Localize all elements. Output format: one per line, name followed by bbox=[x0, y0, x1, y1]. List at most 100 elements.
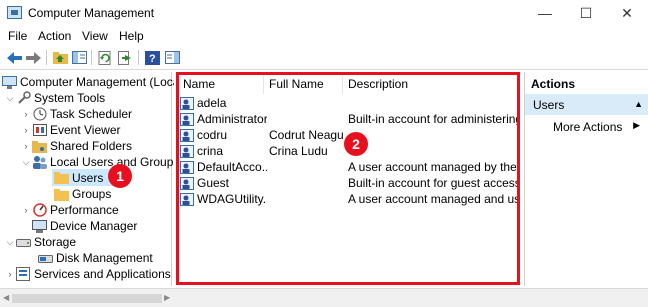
tree-item-device-manager[interactable]: Device Manager bbox=[32, 218, 137, 234]
table-row[interactable]: DefaultAcco... A user account managed by… bbox=[180, 159, 518, 175]
user-account-icon bbox=[180, 193, 194, 206]
table-row[interactable]: Administrator Built-in account for admin… bbox=[180, 111, 518, 127]
actions-section-label: Users bbox=[533, 98, 565, 112]
tree-item-performance[interactable]: › Performance bbox=[20, 202, 119, 218]
menu-view[interactable]: View bbox=[82, 29, 108, 43]
table-row[interactable]: adela bbox=[180, 95, 518, 111]
local-users-groups-icon bbox=[32, 155, 47, 169]
user-description: A user account managed by the s... bbox=[348, 160, 518, 174]
tree-item-users[interactable]: Users bbox=[52, 169, 114, 186]
groups-folder-icon bbox=[54, 187, 69, 201]
tree-item-disk-management[interactable]: Disk Management bbox=[38, 250, 153, 266]
user-description: Built-in account for guest access t... bbox=[348, 176, 518, 190]
chevron-down-icon[interactable]: ⌵ bbox=[20, 157, 32, 168]
tree-label: Storage bbox=[34, 235, 77, 249]
users-folder-icon bbox=[54, 171, 69, 185]
back-arrow-icon[interactable] bbox=[6, 49, 23, 66]
user-account-icon bbox=[180, 129, 194, 142]
chevron-right-icon[interactable]: ▶ bbox=[633, 120, 640, 131]
toolbar: ? bbox=[0, 46, 648, 70]
performance-icon bbox=[32, 203, 47, 217]
tree-label: Task Scheduler bbox=[50, 107, 133, 121]
title-bar: Computer Management — ☐ ✕ bbox=[0, 0, 648, 26]
user-account-icon bbox=[180, 177, 194, 190]
user-name: crina bbox=[197, 144, 224, 158]
user-full-name: Crina Ludu bbox=[269, 144, 328, 158]
svg-text:?: ? bbox=[149, 53, 156, 65]
help-icon[interactable]: ? bbox=[144, 49, 161, 66]
tree-item-local-users-groups[interactable]: ⌵ Local Users and Groups bbox=[20, 154, 179, 170]
chevron-right-icon[interactable]: › bbox=[4, 269, 16, 279]
horizontal-scrollbar[interactable]: ◀ ▶ bbox=[0, 288, 648, 307]
refresh-icon[interactable] bbox=[97, 49, 114, 66]
chevron-down-icon[interactable]: ⌵ bbox=[4, 93, 16, 104]
tree-label: Device Manager bbox=[50, 219, 138, 233]
services-applications-icon bbox=[16, 267, 31, 281]
column-divider[interactable] bbox=[263, 72, 264, 94]
chevron-down-icon[interactable]: ⌵ bbox=[4, 237, 16, 248]
column-divider[interactable] bbox=[342, 72, 343, 94]
tree-item-task-scheduler[interactable]: › Task Scheduler bbox=[20, 106, 133, 122]
task-scheduler-icon bbox=[32, 107, 47, 121]
export-list-icon[interactable] bbox=[117, 49, 134, 66]
maximize-button[interactable]: ☐ bbox=[566, 0, 606, 26]
tree-label: Shared Folders bbox=[50, 139, 133, 153]
scrollbar-thumb[interactable] bbox=[12, 294, 162, 303]
tree-item-groups[interactable]: Groups bbox=[54, 186, 111, 202]
chevron-right-icon[interactable]: › bbox=[20, 205, 32, 215]
user-name: codru bbox=[197, 128, 228, 142]
scroll-right-icon[interactable]: ▶ bbox=[164, 293, 170, 302]
computer-management-app-icon bbox=[7, 6, 22, 19]
actions-header: Actions bbox=[531, 77, 576, 91]
toolbar-separator bbox=[91, 50, 92, 65]
disk-management-icon bbox=[38, 251, 53, 265]
tree-item-shared-folders[interactable]: › Shared Folders bbox=[20, 138, 133, 154]
tree-item-services-applications[interactable]: › Services and Applications bbox=[4, 266, 171, 282]
users-list-pane: Name Full Name Description adela Adminis… bbox=[174, 72, 522, 286]
device-manager-icon bbox=[32, 219, 47, 233]
column-header-description[interactable]: Description bbox=[348, 77, 408, 91]
tree-item-event-viewer[interactable]: › Event Viewer bbox=[20, 122, 121, 138]
menu-file[interactable]: File bbox=[8, 29, 27, 43]
tree-label: Users bbox=[72, 170, 104, 185]
menu-help[interactable]: Help bbox=[119, 29, 144, 43]
storage-icon bbox=[16, 235, 31, 249]
toolbar-separator bbox=[138, 50, 139, 65]
forward-arrow-icon[interactable] bbox=[25, 49, 42, 66]
minimize-button[interactable]: — bbox=[525, 0, 565, 26]
annotation-marker-1: 1 bbox=[108, 164, 132, 188]
close-button[interactable]: ✕ bbox=[607, 0, 647, 26]
scroll-left-icon[interactable]: ◀ bbox=[3, 293, 9, 302]
list-header: Name Full Name Description bbox=[174, 72, 522, 94]
table-row[interactable]: Guest Built-in account for guest access … bbox=[180, 175, 518, 191]
actions-section-users[interactable]: Users ▲ bbox=[525, 94, 648, 115]
column-header-full-name[interactable]: Full Name bbox=[269, 77, 324, 91]
navigation-tree: Computer Management (Local) ⌵ System Too… bbox=[0, 72, 186, 286]
actions-pane: Actions Users ▲ More Actions ▶ bbox=[524, 72, 648, 286]
chevron-right-icon[interactable]: › bbox=[20, 141, 32, 151]
user-name: adela bbox=[197, 96, 227, 110]
tree-label: Disk Management bbox=[56, 251, 153, 265]
tree-item-system-tools[interactable]: ⌵ System Tools bbox=[4, 90, 106, 106]
user-description: A user account managed and use... bbox=[348, 192, 518, 206]
show-hide-tree-icon[interactable] bbox=[71, 49, 88, 66]
user-name: Administrator bbox=[197, 112, 267, 126]
shared-folders-icon bbox=[32, 139, 47, 153]
tree-item-computer-management[interactable]: Computer Management (Local) bbox=[2, 74, 186, 90]
column-header-name[interactable]: Name bbox=[183, 77, 215, 91]
toolbar-separator bbox=[46, 50, 47, 65]
show-hide-action-pane-icon[interactable] bbox=[164, 49, 181, 66]
table-row[interactable]: WDAGUtility... A user account managed an… bbox=[180, 191, 518, 207]
user-name: Guest bbox=[197, 176, 230, 190]
user-name: WDAGUtility... bbox=[197, 192, 267, 206]
collapse-up-icon[interactable]: ▲ bbox=[634, 99, 643, 109]
tree-label: Event Viewer bbox=[50, 123, 121, 137]
chevron-right-icon[interactable]: › bbox=[20, 109, 32, 119]
chevron-right-icon[interactable]: › bbox=[20, 125, 32, 135]
menu-action[interactable]: Action bbox=[38, 29, 71, 43]
up-folder-icon[interactable] bbox=[52, 49, 69, 66]
user-full-name: Codrut Neagu bbox=[269, 128, 344, 142]
more-actions-item[interactable]: More Actions bbox=[553, 120, 622, 134]
tree-label: Computer Management (Local) bbox=[20, 75, 187, 89]
tree-item-storage[interactable]: ⌵ Storage bbox=[4, 234, 76, 250]
